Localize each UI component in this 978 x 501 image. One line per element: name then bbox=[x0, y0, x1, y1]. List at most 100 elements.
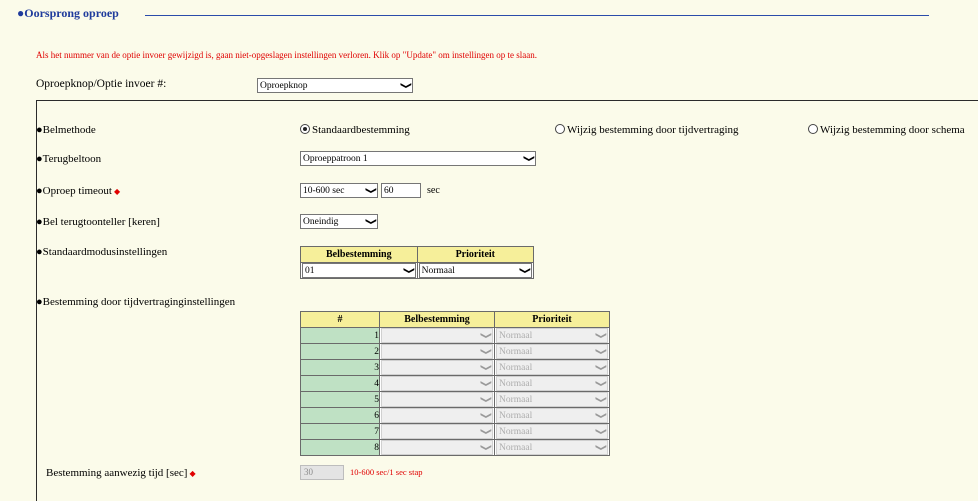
timeout-range-dropdown[interactable]: 10-600 sec bbox=[300, 183, 378, 198]
priority-cell: Normaal ❯ bbox=[494, 343, 610, 360]
presence-time-hint: 10-600 sec/1 sec stap bbox=[350, 467, 423, 477]
column-header: # bbox=[300, 311, 380, 328]
timeout-input[interactable] bbox=[381, 183, 421, 198]
ringback-select[interactable]: Oproeppatroon 1 ❯ bbox=[300, 151, 536, 166]
priority-dropdown[interactable]: Normaal bbox=[496, 360, 608, 375]
radio-delay[interactable]: Wijzig bestemming door tijdvertraging bbox=[555, 124, 739, 136]
row-index: 1 bbox=[300, 327, 380, 344]
presence-time-label: Bestemming aanwezig tijd [sec] ◆ bbox=[46, 467, 196, 479]
destination-dropdown[interactable] bbox=[381, 424, 493, 439]
radio-standard-label: Standaardbestemming bbox=[312, 124, 410, 136]
destination-cell: ❯ bbox=[379, 439, 495, 456]
required-icon: ◆ bbox=[189, 469, 196, 478]
destination-select[interactable]: ❯ bbox=[381, 376, 493, 391]
destination-dropdown[interactable]: 01 bbox=[302, 263, 416, 278]
row-index: 7 bbox=[300, 423, 380, 440]
priority-select[interactable]: Normaal ❯ bbox=[496, 376, 608, 391]
timeout-label-text: ●Oproep timeout bbox=[36, 185, 112, 197]
column-header: Belbestemming bbox=[300, 246, 418, 263]
destination-select[interactable]: 01 ❯ bbox=[302, 263, 416, 278]
destination-dropdown[interactable] bbox=[381, 376, 493, 391]
priority-select[interactable]: Normaal ❯ bbox=[496, 408, 608, 423]
warning-text: Als het nummer van de optie invoer gewij… bbox=[36, 50, 537, 60]
ringback-count-dropdown[interactable]: Oneindig bbox=[300, 214, 378, 229]
row-index: 3 bbox=[300, 359, 380, 376]
presence-time-input[interactable]: 30 bbox=[300, 465, 344, 480]
table-row: 5 ❯ Normaal ❯ bbox=[300, 391, 610, 408]
destination-select[interactable]: ❯ bbox=[381, 440, 493, 455]
priority-select[interactable]: Normaal ❯ bbox=[496, 392, 608, 407]
radio-schedule[interactable]: Wijzig bestemming door schema bbox=[808, 124, 965, 136]
destination-select[interactable]: ❯ bbox=[381, 344, 493, 359]
destination-select[interactable]: ❯ bbox=[381, 408, 493, 423]
timeout-unit: sec bbox=[427, 185, 440, 196]
radio-icon[interactable] bbox=[555, 124, 565, 134]
call-button-select[interactable]: Oproepknop ❯ bbox=[257, 78, 413, 93]
ringback-count-select[interactable]: Oneindig ❯ bbox=[300, 214, 378, 229]
presence-time-label-text: Bestemming aanwezig tijd [sec] bbox=[46, 467, 188, 479]
ringback-dropdown[interactable]: Oproeppatroon 1 bbox=[300, 151, 536, 166]
default-mode-table: Belbestemming Prioriteit 01 ❯ Normaal ❯ bbox=[300, 246, 535, 279]
destination-cell: ❯ bbox=[379, 375, 495, 392]
priority-cell: Normaal ❯ bbox=[494, 439, 610, 456]
timeout-range-select[interactable]: 10-600 sec ❯ bbox=[300, 183, 378, 198]
table-row: 3 ❯ Normaal ❯ bbox=[300, 359, 610, 376]
destination-cell: ❯ bbox=[379, 407, 495, 424]
section-title: ●Oorsprong oproep bbox=[17, 6, 119, 20]
destination-cell: ❯ bbox=[379, 343, 495, 360]
table-row: 6 ❯ Normaal ❯ bbox=[300, 407, 610, 424]
priority-dropdown[interactable]: Normaal bbox=[496, 424, 608, 439]
priority-cell: Normaal ❯ bbox=[494, 407, 610, 424]
table-row: 2 ❯ Normaal ❯ bbox=[300, 343, 610, 360]
default-mode-label: ●Standaardmodusinstellingen bbox=[36, 246, 168, 258]
priority-select[interactable]: Normaal ❯ bbox=[496, 328, 608, 343]
destination-dropdown[interactable] bbox=[381, 344, 493, 359]
column-header: Belbestemming bbox=[379, 311, 495, 328]
priority-dropdown[interactable]: Normaal bbox=[496, 392, 608, 407]
priority-cell: Normaal ❯ bbox=[494, 359, 610, 376]
priority-dropdown[interactable]: Normaal bbox=[496, 376, 608, 391]
delay-destination-table: # Belbestemming Prioriteit 1 ❯ Normaal ❯ 2 ❯ N… bbox=[300, 311, 610, 456]
priority-cell: Normaal ❯ bbox=[416, 262, 535, 279]
destination-cell: 01 ❯ bbox=[300, 262, 418, 279]
priority-dropdown[interactable]: Normaal bbox=[496, 440, 608, 455]
destination-cell: ❯ bbox=[379, 359, 495, 376]
section-header: ●Oorsprong oproep bbox=[17, 6, 929, 20]
destination-dropdown[interactable] bbox=[381, 360, 493, 375]
priority-dropdown[interactable]: Normaal bbox=[496, 344, 608, 359]
priority-cell: Normaal ❯ bbox=[494, 375, 610, 392]
row-index: 2 bbox=[300, 343, 380, 360]
delay-destination-label: ●Bestemming door tijdvertraginginstellin… bbox=[36, 296, 236, 308]
priority-dropdown[interactable]: Normaal bbox=[418, 263, 532, 278]
priority-select[interactable]: Normaal ❯ bbox=[418, 263, 532, 278]
priority-select[interactable]: Normaal ❯ bbox=[496, 424, 608, 439]
destination-dropdown[interactable] bbox=[381, 392, 493, 407]
priority-select[interactable]: Normaal ❯ bbox=[496, 360, 608, 375]
destination-cell: ❯ bbox=[379, 327, 495, 344]
priority-select[interactable]: Normaal ❯ bbox=[496, 344, 608, 359]
required-icon: ◆ bbox=[114, 187, 121, 196]
ringback-count-label: ●Bel terugtoonteller [keren] bbox=[36, 216, 160, 228]
radio-standard[interactable]: Standaardbestemming bbox=[300, 124, 410, 136]
priority-dropdown[interactable]: Normaal bbox=[496, 328, 608, 343]
radio-icon-checked[interactable] bbox=[300, 124, 310, 134]
radio-schedule-label: Wijzig bestemming door schema bbox=[820, 124, 965, 136]
priority-cell: Normaal ❯ bbox=[494, 391, 610, 408]
table-row: 7 ❯ Normaal ❯ bbox=[300, 423, 610, 440]
destination-cell: ❯ bbox=[379, 423, 495, 440]
destination-select[interactable]: ❯ bbox=[381, 360, 493, 375]
destination-dropdown[interactable] bbox=[381, 440, 493, 455]
destination-select[interactable]: ❯ bbox=[381, 392, 493, 407]
radio-icon[interactable] bbox=[808, 124, 818, 134]
call-button-dropdown[interactable]: Oproepknop bbox=[257, 78, 413, 93]
table-row: 4 ❯ Normaal ❯ bbox=[300, 375, 610, 392]
priority-select[interactable]: Normaal ❯ bbox=[496, 440, 608, 455]
destination-select[interactable]: ❯ bbox=[381, 328, 493, 343]
destination-dropdown[interactable] bbox=[381, 408, 493, 423]
priority-dropdown[interactable]: Normaal bbox=[496, 408, 608, 423]
table-row: 8 ❯ Normaal ❯ bbox=[300, 439, 610, 456]
destination-dropdown[interactable] bbox=[381, 328, 493, 343]
row-index: 5 bbox=[300, 391, 380, 408]
column-header: Prioriteit bbox=[416, 246, 535, 263]
destination-select[interactable]: ❯ bbox=[381, 424, 493, 439]
